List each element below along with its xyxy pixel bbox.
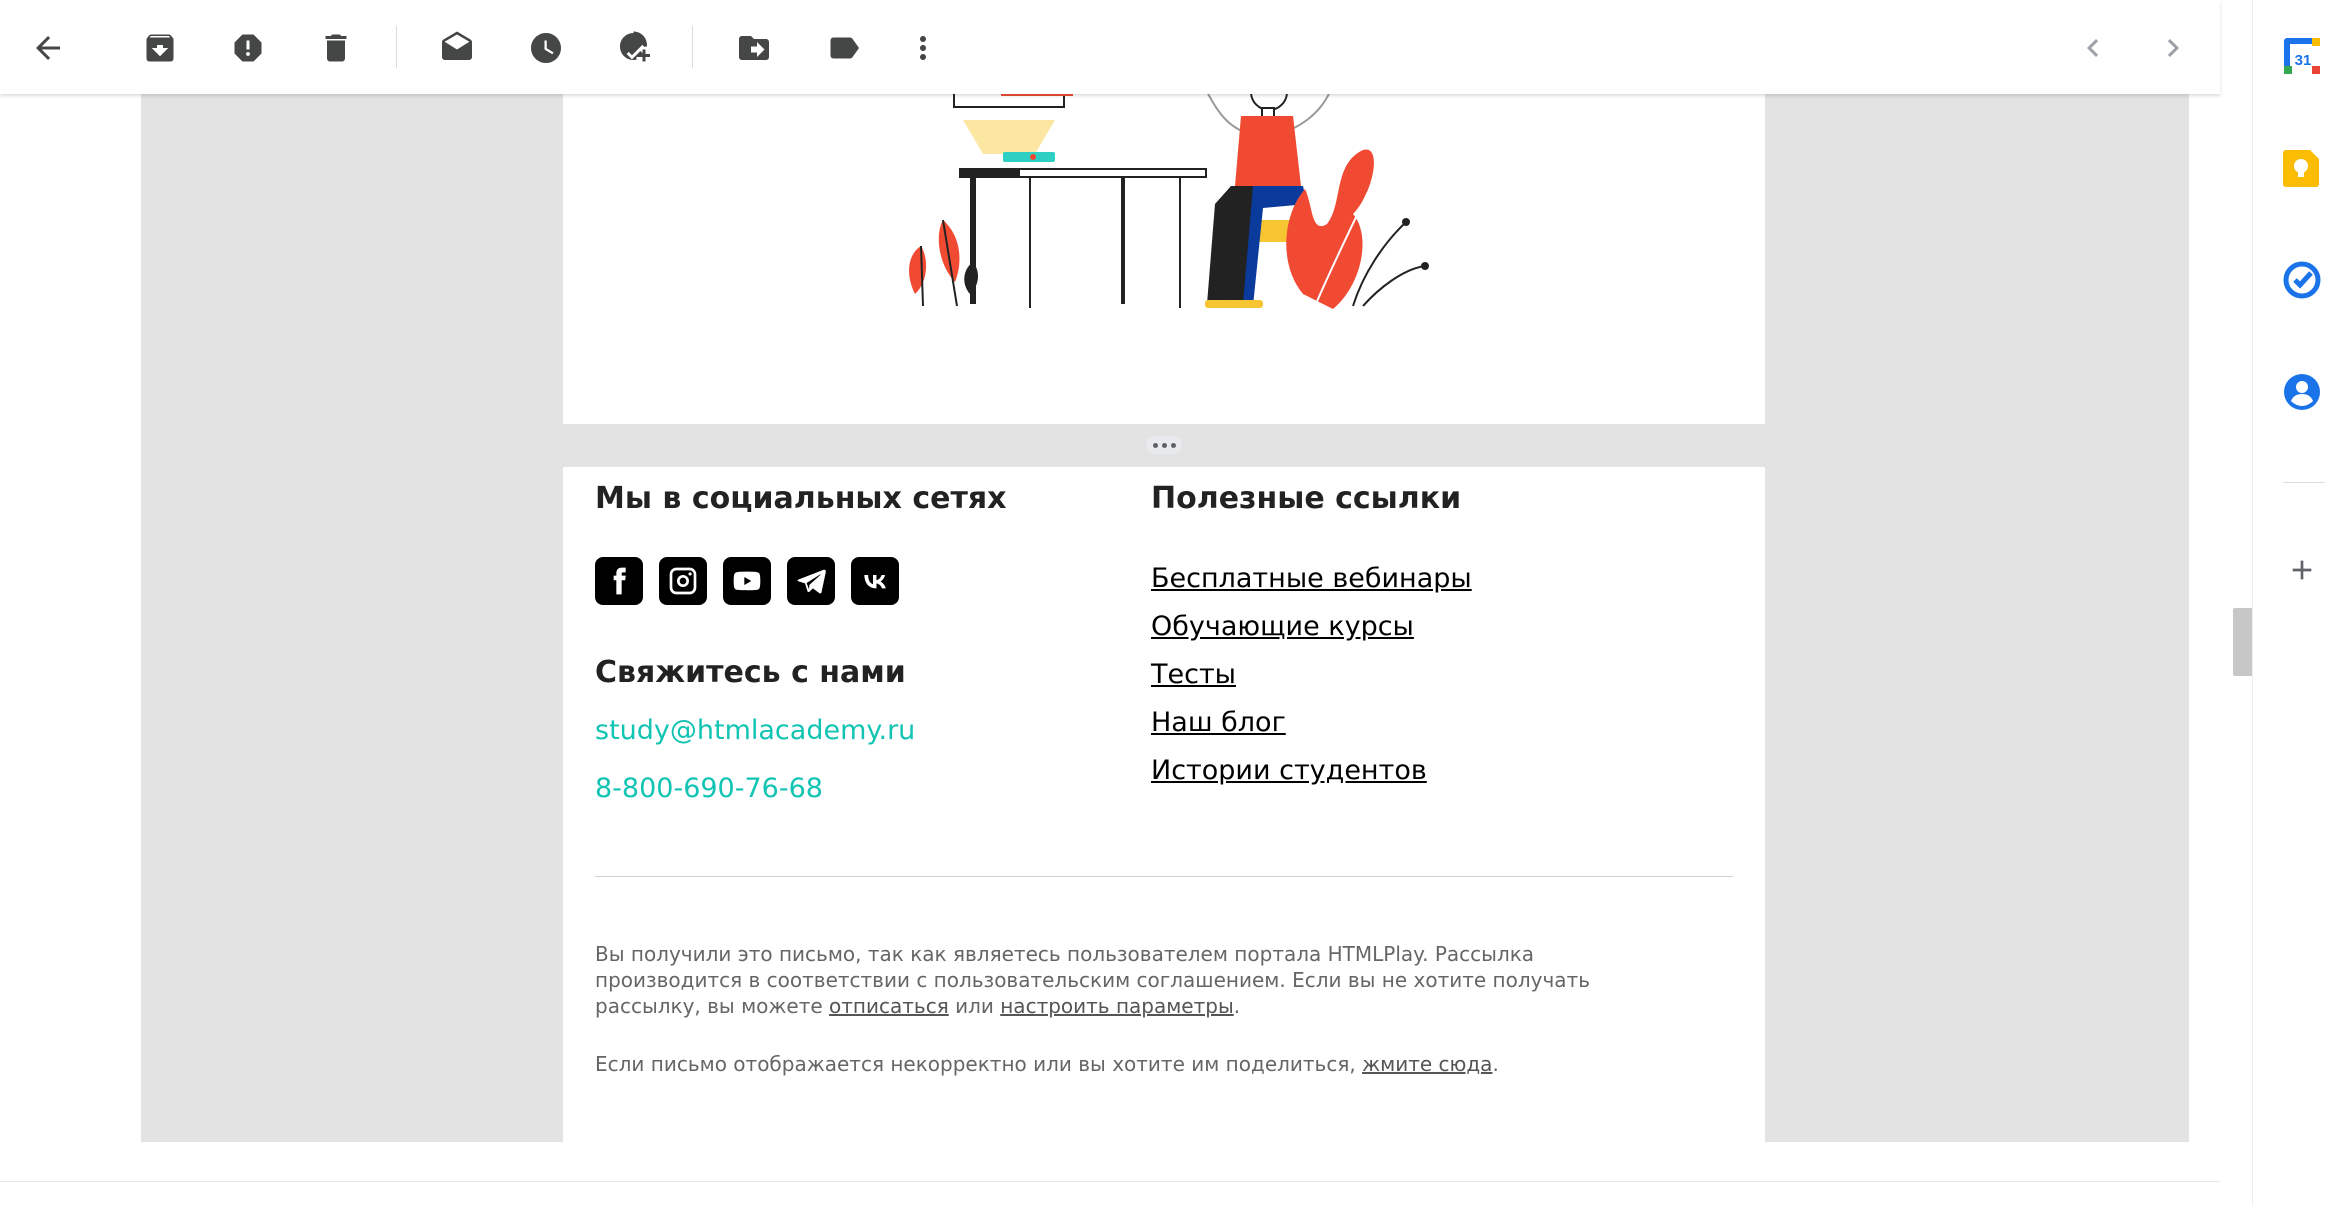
view-in-browser-link[interactable]: жмите сюда	[1362, 1052, 1492, 1076]
calendar-icon: 31	[2284, 38, 2320, 74]
mark-unread-button[interactable]	[431, 22, 483, 74]
archive-button[interactable]	[134, 22, 186, 74]
vk-link[interactable]	[851, 557, 899, 605]
mark-unread-icon	[442, 31, 472, 60]
settings-link[interactable]: настроить параметры	[1000, 994, 1234, 1018]
more-options-button[interactable]	[897, 22, 949, 74]
unsubscribe-link[interactable]: отписаться	[829, 994, 949, 1018]
newer-chevron-icon	[2087, 39, 2099, 57]
dot	[1161, 442, 1167, 448]
social-icons	[595, 557, 899, 605]
add-icon	[2292, 560, 2312, 580]
social-heading: Мы в социальных сетях	[595, 481, 1007, 516]
tasks-app-button[interactable]	[2278, 256, 2326, 304]
older-chevron-icon	[2167, 39, 2179, 57]
older-button[interactable]	[2147, 22, 2199, 74]
email-footer: Мы в социальных сетях Свяжитесь с нами s…	[563, 467, 1765, 1142]
message-bottom-divider	[0, 1181, 2220, 1182]
list-item: Истории студентов	[1151, 747, 1472, 795]
add-to-tasks-button[interactable]	[609, 22, 661, 74]
calendar-day: 31	[2295, 52, 2312, 69]
get-addons-button[interactable]	[2278, 546, 2326, 594]
side-panel: 31	[2252, 0, 2348, 1206]
link-tests[interactable]: Тесты	[1151, 651, 1472, 699]
link-blog[interactable]: Наш блог	[1151, 699, 1472, 747]
calendar-app-button[interactable]: 31	[2278, 32, 2326, 80]
facebook-link[interactable]	[595, 557, 643, 605]
label-icon	[830, 37, 859, 59]
links-heading: Полезные ссылки	[1151, 481, 1462, 516]
report-spam-button[interactable]	[222, 22, 274, 74]
delete-button[interactable]	[310, 22, 362, 74]
illustration-woman-at-desk	[909, 94, 1429, 309]
contacts-app-button[interactable]	[2278, 368, 2326, 416]
contact-phone-link[interactable]: 8-800-690-76-68	[595, 773, 823, 804]
link-courses[interactable]: Обучающие курсы	[1151, 603, 1472, 651]
archive-icon	[146, 34, 174, 62]
contacts-icon	[2284, 374, 2320, 410]
contact-email-link[interactable]: study@htmlacademy.ru	[595, 715, 915, 746]
list-item: Тесты	[1151, 651, 1472, 699]
show-trimmed-content-button[interactable]	[1146, 436, 1182, 454]
keep-app-button[interactable]	[2278, 144, 2326, 192]
label-button[interactable]	[818, 22, 870, 74]
facebook-icon	[613, 567, 626, 595]
move-to-icon	[739, 36, 769, 60]
legal-notice: Вы получили это письмо, так как являетес…	[595, 941, 1675, 1019]
legal-text: Если письмо отображается некорректно или…	[595, 1052, 1363, 1076]
legal-text: .	[1233, 994, 1241, 1018]
back-button[interactable]	[22, 22, 74, 74]
footer-divider	[595, 876, 1733, 877]
contact-heading: Свяжитесь с нами	[595, 655, 906, 690]
more-vert-icon	[920, 36, 926, 60]
list-item: Бесплатные вебинары	[1151, 555, 1472, 603]
instagram-link[interactable]	[659, 557, 707, 605]
link-student-stories[interactable]: Истории студентов	[1151, 747, 1472, 795]
link-free-webinars[interactable]: Бесплатные вебинары	[1151, 555, 1472, 603]
telegram-link[interactable]	[787, 557, 835, 605]
email-content-card	[563, 94, 1765, 424]
move-to-button[interactable]	[728, 22, 780, 74]
dot	[1152, 442, 1158, 448]
telegram-icon	[797, 569, 826, 594]
snooze-icon	[531, 33, 561, 63]
back-arrow-icon	[36, 36, 60, 60]
display-issue-notice: Если письмо отображается некорректно или…	[595, 1051, 1675, 1077]
instagram-icon	[669, 567, 697, 595]
tasks-icon	[2283, 261, 2321, 299]
list-item: Обучающие курсы	[1151, 603, 1472, 651]
legal-text: или	[948, 994, 1001, 1018]
keep-icon	[2283, 150, 2319, 187]
report-spam-icon	[234, 34, 262, 62]
toolbar-divider	[396, 26, 397, 68]
add-to-tasks-icon	[620, 31, 650, 62]
newer-button[interactable]	[2067, 22, 2119, 74]
vk-icon	[864, 575, 886, 589]
toolbar-divider	[692, 26, 693, 68]
youtube-link[interactable]	[723, 557, 771, 605]
list-item: Наш блог	[1151, 699, 1472, 747]
legal-text: .	[1492, 1052, 1499, 1076]
snooze-button[interactable]	[520, 22, 572, 74]
delete-icon	[325, 34, 347, 62]
toolbar	[0, 0, 2220, 94]
side-panel-divider	[2283, 482, 2325, 483]
dot	[1170, 442, 1176, 448]
youtube-icon	[733, 571, 761, 591]
scrollbar-thumb[interactable]	[2233, 608, 2253, 676]
useful-links-list: Бесплатные вебинары Обучающие курсы Тест…	[1151, 555, 1472, 795]
